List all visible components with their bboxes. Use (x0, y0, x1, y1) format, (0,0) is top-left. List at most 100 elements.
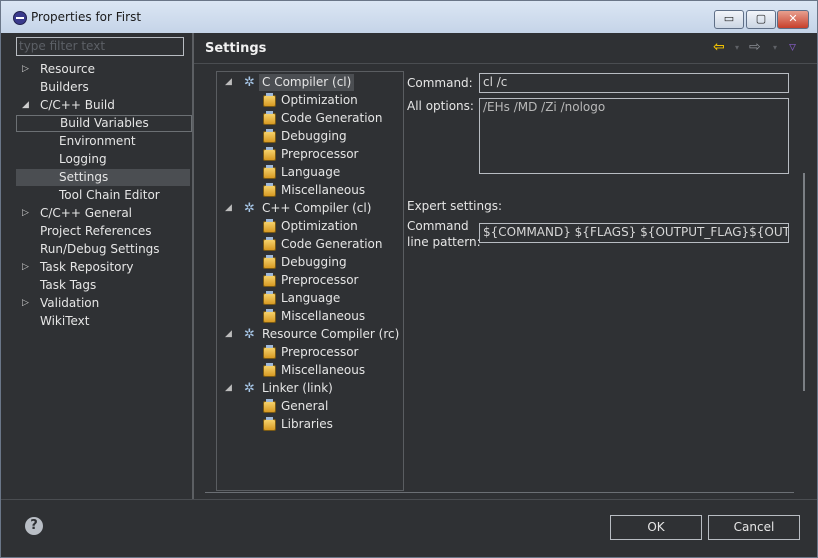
expanded-arrow-icon[interactable]: ◢ (225, 326, 232, 343)
property-page-item[interactable]: Run/Debug Settings (16, 241, 190, 258)
all-options-label: All options: (407, 99, 474, 113)
tool-label: C++ Compiler (cl) (262, 201, 372, 215)
property-page-item[interactable]: Settings (16, 169, 190, 186)
close-button[interactable]: ✕ (777, 10, 809, 29)
property-page-label: Build Variables (60, 116, 149, 130)
option-category-item[interactable]: Miscellaneous (217, 362, 401, 379)
option-category-item[interactable]: Optimization (217, 92, 401, 109)
option-category-item[interactable]: Preprocessor (217, 344, 401, 361)
option-category-item[interactable]: Debugging (217, 128, 401, 145)
property-page-item[interactable]: Logging (16, 151, 190, 168)
tool-tree-item[interactable]: ◢ ✲ C++ Compiler (cl) (217, 200, 401, 217)
tool-tree-item[interactable]: ◢ ✲ C Compiler (cl) (217, 74, 401, 91)
option-category-item[interactable]: General (217, 398, 401, 415)
category-label: Language (281, 291, 341, 305)
collapsed-arrow-icon[interactable]: ▷ (22, 259, 29, 276)
bottom-separator (205, 492, 794, 493)
option-category-item[interactable]: Language (217, 164, 401, 181)
property-page-item[interactable]: Build Variables (16, 115, 192, 132)
tool-label: C Compiler (cl) (259, 74, 355, 91)
tool-label: Linker (link) (262, 381, 333, 395)
property-page-label: Validation (40, 296, 100, 310)
property-page-item[interactable]: Environment (16, 133, 190, 150)
collapsed-arrow-icon[interactable]: ▷ (22, 205, 29, 222)
tool-tree-item[interactable]: ◢ ✲ Linker (link) (217, 380, 401, 397)
property-page-item[interactable]: Project References (16, 223, 190, 240)
property-page-label: Environment (59, 134, 136, 148)
maximize-button[interactable]: ▢ (746, 10, 776, 29)
help-icon[interactable]: ? (25, 517, 43, 535)
option-category-item[interactable]: Preprocessor (217, 146, 401, 163)
property-page-item[interactable]: WikiText (16, 313, 190, 330)
minimize-button[interactable]: ▭ (714, 10, 744, 29)
property-page-label: Resource (40, 62, 96, 76)
option-category-item[interactable]: Miscellaneous (217, 308, 401, 325)
property-page-item[interactable]: Builders (16, 79, 190, 96)
expanded-arrow-icon[interactable]: ◢ (225, 200, 232, 217)
property-page-item[interactable]: Tool Chain Editor (16, 187, 190, 204)
settings-page: Settings ⇦ ▾ ⇨ ▾ ▿ ◢ ✲ C Compiler (cl) Opti… (194, 33, 817, 499)
command-line-pattern-input[interactable]: ${COMMAND} ${FLAGS} ${OUTPUT_FLAG}${OUTP… (479, 223, 789, 243)
expanded-arrow-icon[interactable]: ◢ (225, 380, 232, 397)
category-folder-icon (263, 309, 276, 323)
category-folder-icon (263, 147, 276, 161)
option-category-item[interactable]: Debugging (217, 254, 401, 271)
property-page-item[interactable]: Task Tags (16, 277, 190, 294)
category-label: Language (281, 165, 341, 179)
back-arrow-icon[interactable]: ⇦ (713, 39, 725, 55)
property-page-label: C/C++ General (40, 206, 133, 220)
history-nav: ⇦ ▾ ⇨ ▾ ▿ (713, 39, 803, 55)
property-page-item[interactable]: ▷ Resource (16, 61, 190, 78)
vertical-scrollbar[interactable] (803, 173, 805, 391)
back-dropdown-icon[interactable]: ▾ (735, 43, 739, 52)
category-folder-icon (263, 399, 276, 413)
property-page-label: Builders (40, 80, 89, 94)
option-category-item[interactable]: Optimization (217, 218, 401, 235)
category-folder-icon (263, 93, 276, 107)
category-label: Miscellaneous (281, 363, 366, 377)
expanded-arrow-icon[interactable]: ◢ (22, 97, 29, 114)
option-category-item[interactable]: Preprocessor (217, 272, 401, 289)
category-label: Preprocessor (281, 273, 359, 287)
property-pages-panel: type filter text ▷ Resource Builders ◢ C/C++… (9, 33, 192, 499)
view-menu-icon[interactable]: ▿ (789, 39, 796, 55)
category-label: Debugging (281, 255, 347, 269)
property-page-label: WikiText (40, 314, 90, 328)
category-folder-icon (263, 273, 276, 287)
expanded-arrow-icon[interactable]: ◢ (225, 74, 232, 91)
option-category-item[interactable]: Code Generation (217, 236, 401, 253)
filter-input[interactable]: type filter text (16, 37, 184, 56)
category-label: Miscellaneous (281, 309, 366, 323)
category-label: Libraries (281, 417, 333, 431)
category-label: Miscellaneous (281, 183, 366, 197)
collapsed-arrow-icon[interactable]: ▷ (22, 295, 29, 312)
option-category-item[interactable]: Miscellaneous (217, 182, 401, 199)
ok-button[interactable]: OK (610, 515, 702, 540)
option-category-item[interactable]: Code Generation (217, 110, 401, 127)
property-page-item[interactable]: ▷ Task Repository (16, 259, 190, 276)
forward-dropdown-icon[interactable]: ▾ (773, 43, 777, 52)
command-input[interactable]: cl /c (479, 73, 789, 93)
property-page-label: Project References (40, 224, 152, 238)
category-label: Preprocessor (281, 147, 359, 161)
property-page-item[interactable]: ▷ C/C++ General (16, 205, 190, 222)
forward-arrow-icon[interactable]: ⇨ (749, 39, 761, 55)
property-page-item[interactable]: ◢ C/C++ Build (16, 97, 190, 114)
option-category-item[interactable]: Libraries (217, 416, 401, 433)
category-label: General (281, 399, 329, 413)
property-page-item[interactable]: ▷ Validation (16, 295, 190, 312)
tool-label: Resource Compiler (rc) (262, 327, 400, 341)
collapsed-arrow-icon[interactable]: ▷ (22, 61, 29, 78)
category-folder-icon (263, 219, 276, 233)
all-options-textarea[interactable]: /EHs /MD /Zi /nologo (479, 98, 789, 174)
cancel-button[interactable]: Cancel (708, 515, 800, 540)
tool-tree-item[interactable]: ◢ ✲ Resource Compiler (rc) (217, 326, 401, 343)
category-label: Code Generation (281, 237, 383, 251)
command-label: Command: (407, 76, 473, 90)
command-line-pattern-label-line1: Command (407, 219, 469, 233)
page-title: Settings (205, 41, 267, 56)
option-category-item[interactable]: Language (217, 290, 401, 307)
category-folder-icon (263, 165, 276, 179)
title-bar[interactable]: Properties for First ▭ ▢ ✕ (1, 1, 817, 33)
property-page-label: Task Repository (40, 260, 134, 274)
